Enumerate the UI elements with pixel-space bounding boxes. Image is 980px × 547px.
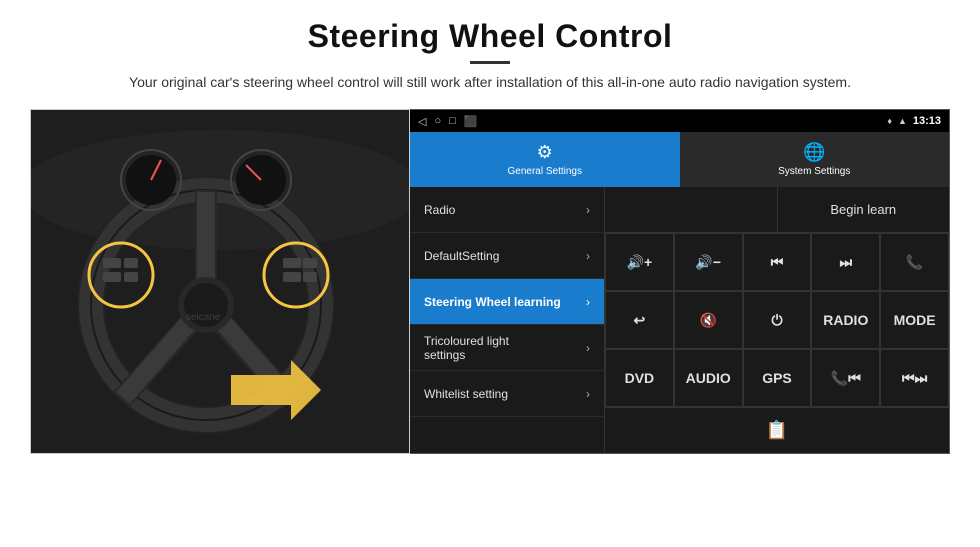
begin-learn-label: Begin learn: [830, 202, 896, 217]
page-wrapper: Steering Wheel Control Your original car…: [0, 0, 980, 547]
menu-area: Radio › DefaultSetting › Steering Wheel …: [410, 187, 949, 453]
tab-system-settings[interactable]: 🌐 System Settings: [680, 132, 950, 187]
menu-radio-label: Radio: [424, 203, 455, 217]
location-icon: ♦: [887, 116, 892, 126]
tab-bar: ⚙ General Settings 🌐 System Settings: [410, 132, 949, 187]
recents-icon[interactable]: □: [449, 115, 456, 127]
menu-item-steering[interactable]: Steering Wheel learning ›: [410, 279, 604, 325]
call-prev-icon: 📞⏮: [831, 370, 861, 387]
page-title: Steering Wheel Control: [129, 18, 851, 55]
prev-track-icon: ⏮: [771, 254, 784, 271]
power-icon: ⏻: [771, 312, 782, 329]
status-time: 13:13: [913, 115, 941, 127]
volume-down-icon: 🔊−: [695, 254, 721, 271]
menu-default-label: DefaultSetting: [424, 249, 499, 263]
tab-general-settings[interactable]: ⚙ General Settings: [410, 132, 680, 187]
call-icon: 📞: [906, 254, 923, 271]
audio-text-icon: AUDIO: [686, 370, 731, 386]
whitelist-chevron-icon: ›: [586, 387, 590, 401]
menu-item-whitelist[interactable]: Whitelist setting ›: [410, 371, 604, 417]
steering-chevron-icon: ›: [586, 295, 590, 309]
home-icon[interactable]: ○: [434, 115, 441, 127]
title-section: Steering Wheel Control Your original car…: [129, 18, 851, 93]
next-track-button[interactable]: ⏭: [811, 233, 880, 291]
volume-up-button[interactable]: 🔊+: [605, 233, 674, 291]
call-button[interactable]: 📞: [880, 233, 949, 291]
audio-button[interactable]: AUDIO: [674, 349, 743, 407]
skip-prev-next-icon: ⏮⏭: [902, 370, 927, 387]
mode-text-icon: MODE: [894, 312, 936, 328]
back-icon[interactable]: ◁: [418, 115, 426, 128]
wifi-icon: ▲: [898, 116, 907, 126]
menu-item-default[interactable]: DefaultSetting ›: [410, 233, 604, 279]
menu-steering-label: Steering Wheel learning: [424, 295, 561, 309]
menu-item-tricolour[interactable]: Tricoloured lightsettings ›: [410, 325, 604, 371]
tricolour-chevron-icon: ›: [586, 341, 590, 355]
status-bar: ◁ ○ □ ⬛ ♦ ▲ 13:13: [410, 110, 949, 132]
menu-whitelist-label: Whitelist setting: [424, 387, 508, 401]
call-prev-button[interactable]: 📞⏮: [811, 349, 880, 407]
steering-wheel-image: seicane: [30, 109, 410, 454]
gps-button[interactable]: GPS: [743, 349, 812, 407]
dvd-text-icon: DVD: [625, 370, 655, 386]
hangup-button[interactable]: ↩: [605, 291, 674, 349]
status-right: ♦ ▲ 13:13: [887, 115, 941, 127]
skip-prev-next-button[interactable]: ⏮⏭: [880, 349, 949, 407]
whitelist-icon: 📋: [766, 420, 788, 441]
begin-learn-button[interactable]: Begin learn: [778, 187, 950, 232]
gps-text-icon: GPS: [762, 370, 792, 386]
page-subtitle: Your original car's steering wheel contr…: [129, 72, 851, 93]
power-button[interactable]: ⏻: [743, 291, 812, 349]
tab-system-label: System Settings: [778, 166, 850, 177]
default-chevron-icon: ›: [586, 249, 590, 263]
android-ui-panel: ◁ ○ □ ⬛ ♦ ▲ 13:13 ⚙ General Settings: [410, 109, 950, 454]
left-menu: Radio › DefaultSetting › Steering Wheel …: [410, 187, 605, 453]
system-icon: 🌐: [803, 142, 825, 163]
dvd-button[interactable]: DVD: [605, 349, 674, 407]
radio-chevron-icon: ›: [586, 203, 590, 217]
radio-text-icon: RADIO: [823, 312, 868, 328]
volume-down-button[interactable]: 🔊−: [674, 233, 743, 291]
control-button-grid: 🔊+ 🔊− ⏮ ⏭ 📞: [605, 233, 949, 407]
top-row-left-empty: [605, 187, 778, 232]
radio-mode-button[interactable]: RADIO: [811, 291, 880, 349]
volume-up-icon: 🔊+: [627, 254, 653, 271]
top-row: Begin learn: [605, 187, 949, 233]
next-track-icon: ⏭: [839, 254, 852, 271]
tab-general-label: General Settings: [508, 166, 583, 177]
prev-track-button[interactable]: ⏮: [743, 233, 812, 291]
title-divider: [470, 61, 510, 64]
menu-item-radio[interactable]: Radio ›: [410, 187, 604, 233]
content-area: seicane ◁ ○ □: [30, 109, 950, 454]
hangup-icon: ↩: [634, 312, 646, 329]
mode-button[interactable]: MODE: [880, 291, 949, 349]
gear-icon: ⚙: [537, 142, 553, 163]
mute-icon: 🔇: [699, 312, 716, 329]
menu-tricolour-label: Tricoloured lightsettings: [424, 334, 509, 362]
screenshot-icon[interactable]: ⬛: [464, 115, 478, 128]
bottom-row: 📋: [605, 407, 949, 453]
right-panel: Begin learn 🔊+ 🔊− ⏮: [605, 187, 949, 453]
mute-button[interactable]: 🔇: [674, 291, 743, 349]
svg-text:seicane: seicane: [186, 312, 221, 323]
status-nav-icons: ◁ ○ □ ⬛: [418, 115, 477, 128]
